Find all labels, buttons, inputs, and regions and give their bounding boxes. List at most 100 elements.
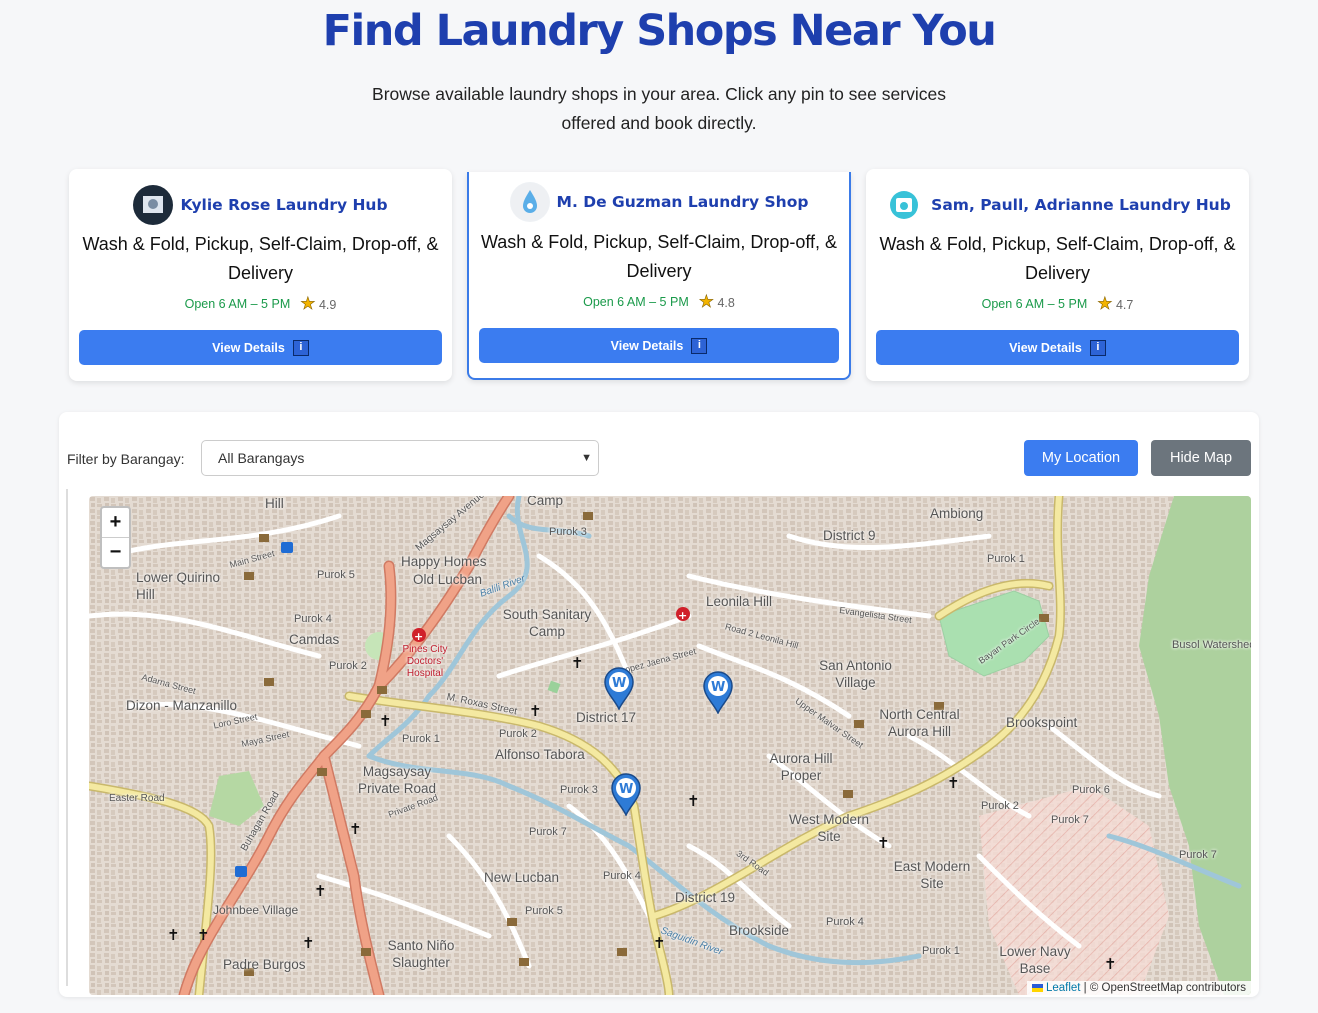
svg-text:✝: ✝ [197,926,210,944]
map-label-old-lucban: Old Lucban [413,572,483,587]
zoom-in-button[interactable]: + [102,508,129,538]
map-view[interactable]: ✝ ✝ ✝ ✝ ✝ ✝ ✝ ✝ ✝ ✝ ✝ ✝ ✝ + + Camp Purok 3 Distr… [89,496,1251,995]
shop-hours: Open 6 AM – 5 PM [981,297,1088,311]
info-icon: i [292,339,309,356]
shop-marker-pin[interactable]: W [610,772,642,816]
shop-name[interactable]: Kylie Rose Laundry Hub [180,196,387,214]
barangay-filter-value: All Barangays [218,450,305,466]
map-label-magsaysay-private-road: Magsaysay Private Road [357,764,437,796]
map-label-hospital: Pines City Doctors' Hospital [402,644,448,679]
star-icon: ★ [698,292,714,312]
shop-marker-pin[interactable]: W [603,666,635,710]
svg-text:+: + [678,609,687,622]
map-label-purok-1b: Purok 1 [402,733,440,745]
shop-rating: 4.7 [1115,298,1134,312]
page-subtitle: Browse available laundry shops in your a… [372,84,946,133]
svg-text:✝: ✝ [314,882,327,900]
page-title: Find Laundry Shops Near You [322,6,997,56]
shop-card-kylie-rose[interactable]: Kylie Rose Laundry Hub Wash & Fold, Pick… [69,169,452,381]
map-label-busol-watershed: Busol Watershed [1172,639,1251,651]
map-label-purok-2c: Purok 2 [981,800,1019,812]
map-label-purok-4b: Purok 4 [603,870,641,882]
map-tiles: ✝✝✝ ✝✝✝ ✝ ✝✝ ✝✝✝ ✝ + + [89,496,1251,995]
map-label-purok-7c: Purok 7 [529,826,567,838]
star-icon: ★ [1097,294,1113,314]
map-label-camp: Camp [527,496,564,508]
map-attribution: Leaflet | © OpenStreetMap contributors [1026,981,1251,995]
shop-hours: Open 6 AM – 5 PM [184,297,291,311]
barangay-filter-select[interactable]: All Barangays ▼ [201,440,599,476]
map-label-purok-5b: Purok 5 [525,905,563,917]
street-easter-road: Easter Road [109,793,165,804]
shop-services: Wash & Fold, Pickup, Self-Claim, Drop-of… [82,234,439,283]
shop-card-de-guzman[interactable]: M. De Guzman Laundry Shop Wash & Fold, P… [467,172,851,380]
shop-rating: 4.8 [717,296,735,310]
shop-services: Wash & Fold, Pickup, Self-Claim, Drop-of… [879,234,1236,283]
svg-text:✝: ✝ [379,712,392,730]
map-label-aurora-hill-proper: Aurora Hill Proper [769,751,833,783]
svg-text:✝: ✝ [947,774,960,792]
map-label-south-sanitary-camp: South Sanitary Camp [502,607,592,639]
map-label-happy-homes: Happy Homes [401,554,487,569]
ukraine-flag-icon [1031,983,1043,992]
shop-marker-pin[interactable]: W [702,670,734,714]
map-label-lower-quirino-hill: Lower Quirino Hill [136,570,221,602]
map-label-leonila-hill: Leonila Hill [706,594,773,609]
map-label-dizon-manzanillo: Dizon - Manzanillo [126,698,238,713]
shop-name[interactable]: M. De Guzman Laundry Shop [557,193,809,211]
svg-text:✝: ✝ [687,792,700,810]
view-details-button[interactable]: View Details i [479,328,839,363]
filter-label: Filter by Barangay: [67,451,185,467]
map-label-purok-3: Purok 3 [549,526,587,538]
info-icon: i [1089,339,1106,356]
shop-card-sam-paull-adrianne[interactable]: Sam, Paull, Adrianne Laundry Hub Wash & … [866,169,1249,381]
svg-text:✝: ✝ [302,934,315,952]
map-label-purok-5: Purok 5 [317,569,355,581]
osm-attribution: | © OpenStreetMap contributors [1080,982,1246,994]
map-label-purok-3b: Purok 3 [560,784,598,796]
svg-text:✝: ✝ [571,654,584,672]
map-label-purok-4: Purok 4 [294,613,332,625]
shop-name[interactable]: Sam, Paull, Adrianne Laundry Hub [931,196,1231,214]
svg-text:W: W [711,680,725,695]
map-label-hill: Hill [265,496,284,511]
svg-text:W: W [619,782,633,797]
map-label-district-9: District 9 [823,528,876,543]
svg-text:✝: ✝ [1104,955,1117,973]
info-icon: i [691,337,708,354]
zoom-out-button[interactable]: − [102,538,129,568]
map-label-north-central-aurora-hill: North Central Aurora Hill [879,707,960,739]
map-label-east-modern-site: East Modern Site [893,859,971,891]
svg-text:✝: ✝ [877,834,890,852]
map-label-new-lucban: New Lucban [484,870,560,885]
map-label-purok-6: Purok 6 [1072,784,1110,796]
view-details-label: View Details [212,340,285,355]
map-label-ambiong: Ambiong [930,506,984,521]
leaflet-link[interactable]: Leaflet [1046,982,1081,994]
my-location-button[interactable]: My Location [1024,440,1138,476]
svg-text:✝: ✝ [349,820,362,838]
map-label-santo-nino-slaughter: Santo Niño Slaughter [387,938,455,970]
map-scroll-edge [66,489,68,986]
map-label-alfonso-tabora: Alfonso Tabora [495,747,585,762]
map-label-purok-2: Purok 2 [329,660,367,672]
shop-logo [884,185,925,225]
svg-text:✝: ✝ [167,926,180,944]
map-label-purok-4c: Purok 4 [826,916,864,928]
shop-logo [133,185,174,225]
shop-hours: Open 6 AM – 5 PM [583,295,689,309]
svg-text:W: W [612,676,626,691]
shop-rating: 4.9 [318,298,337,312]
map-label-purok-7: Purok 7 [1051,814,1089,826]
map-label-camdas: Camdas [289,632,340,647]
view-details-button[interactable]: View Details i [79,330,442,365]
hide-map-button[interactable]: Hide Map [1151,440,1251,476]
map-label-brookspoint: Brookspoint [1006,715,1078,730]
view-details-button[interactable]: View Details i [876,330,1239,365]
star-icon: ★ [300,294,316,314]
map-label-padre-burgos: Padre Burgos [223,957,306,972]
view-details-label: View Details [1009,340,1082,355]
map-label-san-antonio-village: San Antonio Village [819,658,892,690]
map-label-district-19: District 19 [675,890,736,905]
svg-text:✝: ✝ [529,702,542,720]
